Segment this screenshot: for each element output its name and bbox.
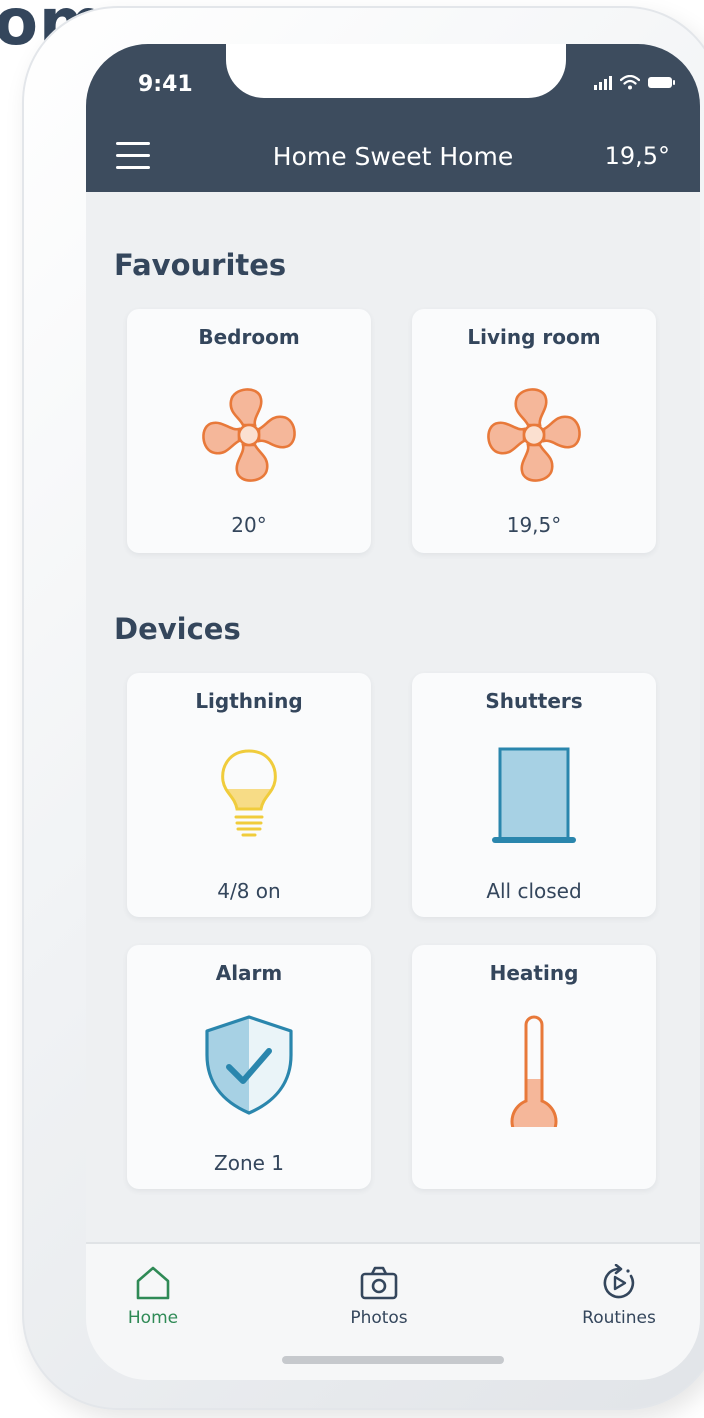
battery-icon — [648, 76, 675, 88]
tab-home[interactable]: Home — [88, 1264, 218, 1328]
header-temperature: 19,5° — [604, 142, 670, 170]
phone-notch — [226, 44, 566, 98]
card-title: Shutters — [485, 689, 583, 713]
device-card-alarm[interactable]: Alarm Zone 1 — [127, 945, 371, 1189]
wifi-icon — [620, 74, 640, 89]
status-time: 9:41 — [138, 72, 193, 97]
card-status: 19,5° — [506, 513, 562, 537]
camera-icon — [360, 1266, 398, 1300]
tab-photos[interactable]: Photos — [314, 1264, 444, 1328]
card-title: Heating — [489, 961, 579, 985]
device-card-shutters[interactable]: Shutters All closed — [412, 673, 656, 917]
fan-icon — [412, 375, 656, 495]
device-card-heating[interactable]: Heating — [412, 945, 656, 1189]
card-status: 4/8 on — [217, 879, 281, 903]
section-title-favourites: Favourites — [114, 248, 287, 282]
tab-label: Photos — [350, 1308, 408, 1328]
home-indicator — [282, 1356, 504, 1364]
card-title: Ligthning — [195, 689, 303, 713]
device-card-lighting[interactable]: Ligthning 4/8 on — [127, 673, 371, 917]
app-screen: 9:41 Home Sweet Home 19,5° Favourites Be… — [86, 44, 700, 1380]
tab-label: Routines — [582, 1308, 656, 1328]
card-status: 20° — [231, 513, 267, 537]
status-icons — [594, 74, 675, 90]
favourite-card-bedroom[interactable]: Bedroom 20° — [127, 309, 371, 553]
lightbulb-icon — [127, 745, 371, 845]
card-status: All closed — [486, 879, 582, 903]
card-title: Bedroom — [198, 325, 300, 349]
shield-check-icon — [127, 1011, 371, 1121]
favourite-card-living-room[interactable]: Living room 19,5° — [412, 309, 656, 553]
home-icon — [136, 1266, 170, 1300]
card-title: Living room — [467, 325, 601, 349]
app-header: 9:41 Home Sweet Home 19,5° — [86, 44, 700, 192]
card-status: Zone 1 — [214, 1151, 284, 1175]
card-title: Alarm — [215, 961, 283, 985]
section-title-devices: Devices — [114, 612, 241, 646]
fan-icon — [127, 375, 371, 495]
phone-frame: 9:41 Home Sweet Home 19,5° Favourites Be… — [22, 6, 704, 1410]
tab-label: Home — [127, 1308, 179, 1328]
tab-routines[interactable]: Routines — [554, 1263, 684, 1328]
thermometer-icon — [412, 1011, 656, 1127]
signal-icon — [594, 74, 612, 90]
routine-icon — [603, 1263, 635, 1299]
main-content: Favourites Bedroom 20° Living room 19,5°… — [86, 192, 700, 1242]
shutter-icon — [412, 745, 656, 849]
